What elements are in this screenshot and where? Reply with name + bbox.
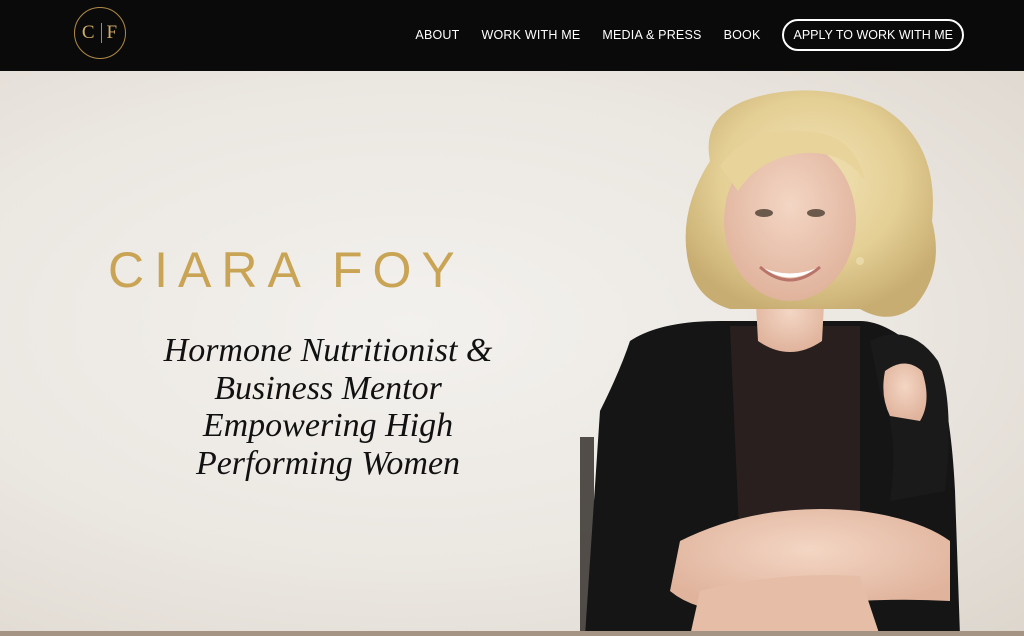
nav-link-media-press[interactable]: MEDIA & PRESS	[591, 28, 712, 42]
logo-letter-f: F	[106, 22, 119, 43]
site-logo[interactable]: C F	[74, 7, 126, 59]
nav-link-about[interactable]: ABOUT	[404, 28, 470, 42]
tagline-line-3: Empowering High	[202, 407, 454, 444]
nav-link-book[interactable]: BOOK	[713, 28, 772, 42]
hero-portrait-photo	[580, 90, 960, 636]
main-nav: ABOUT WORK WITH ME MEDIA & PRESS BOOK AP…	[404, 19, 964, 51]
hero-name-heading: CIARA FOY	[108, 242, 465, 298]
nav-link-work-with-me[interactable]: WORK WITH ME	[470, 28, 591, 42]
tagline-line-1: Hormone Nutritionist &	[163, 332, 493, 369]
top-navigation-bar: C F ABOUT WORK WITH ME MEDIA & PRESS BOO…	[0, 0, 1024, 71]
hero-tagline: Hormone Nutritionist & Business Mentor E…	[98, 332, 558, 482]
logo-divider	[100, 23, 102, 43]
apply-to-work-with-me-button[interactable]: APPLY TO WORK WITH ME	[782, 19, 964, 51]
next-section-edge	[0, 631, 1024, 636]
tagline-line-4: Performing Women	[195, 444, 461, 482]
logo-letter-c: C	[81, 22, 96, 43]
tagline-line-2: Business Mentor	[214, 369, 442, 407]
hero-section: CIARA FOY Hormone Nutritionist & Busines…	[0, 71, 1024, 636]
